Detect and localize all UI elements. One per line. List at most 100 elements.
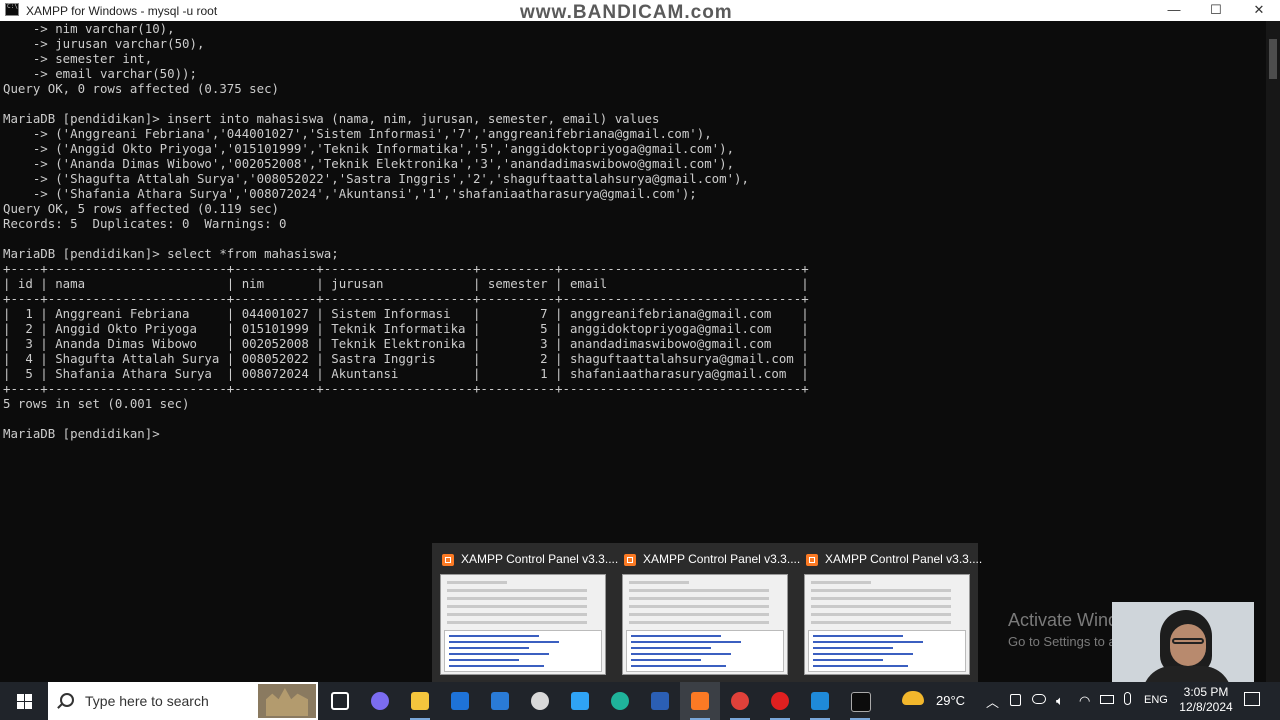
weather-icon bbox=[902, 691, 924, 705]
console-line: -> ('Anggreani Febriana','044001027','Si… bbox=[3, 126, 712, 141]
onedrive-icon[interactable] bbox=[1032, 694, 1046, 704]
show-hidden-icons-chevron-icon[interactable]: ︿ bbox=[986, 692, 999, 711]
taskbar-thumbnail-popup: XAMPP Control Panel v3.3.... XAMPP Contr… bbox=[432, 543, 982, 682]
copilot-icon bbox=[371, 692, 389, 710]
webcam-overlay bbox=[1112, 602, 1254, 682]
console-line: Query OK, 5 rows affected (0.119 sec) bbox=[3, 201, 280, 216]
console-scrollbar[interactable] bbox=[1266, 21, 1280, 682]
photoshop-icon bbox=[571, 692, 589, 710]
microphone-icon[interactable] bbox=[1124, 692, 1131, 705]
taskbar-app-edge[interactable] bbox=[600, 682, 640, 720]
task-view-icon bbox=[331, 692, 349, 710]
wifi-icon[interactable]: ◠ bbox=[1079, 693, 1090, 709]
record-icon bbox=[771, 692, 789, 710]
taskbar-app-photoshop[interactable] bbox=[560, 682, 600, 720]
minimize-button[interactable]: — bbox=[1151, 0, 1197, 21]
taskbar-search-box[interactable]: Type here to search bbox=[48, 682, 318, 720]
vscode-icon bbox=[811, 692, 829, 710]
maximize-button[interactable]: ☐ bbox=[1193, 0, 1239, 21]
console-line: 5 rows in set (0.001 sec) bbox=[3, 396, 190, 411]
word-icon bbox=[651, 692, 669, 710]
console-line: -> jurusan varchar(50), bbox=[3, 36, 205, 51]
console-text: -> nim varchar(10), -> jurusan varchar(5… bbox=[0, 21, 1266, 441]
console-line: MariaDB [pendidikan]> bbox=[3, 426, 160, 441]
console-line: -> email varchar(50)); bbox=[3, 66, 197, 81]
taskbar: Type here to search 29°C ︿ 🔈︎ ◠ ENG 3:05… bbox=[0, 682, 1280, 720]
thumbnail-label: XAMPP Control Panel v3.3.... bbox=[461, 552, 619, 566]
console-line: Query OK, 0 rows affected (0.375 sec) bbox=[3, 81, 280, 96]
console-line: -> semester int, bbox=[3, 51, 153, 66]
terminal-icon bbox=[851, 692, 871, 712]
console-line: -> ('Shagufta Attalah Surya','008052022'… bbox=[3, 171, 749, 186]
console-line: MariaDB [pendidikan]> insert into mahasi… bbox=[3, 111, 660, 126]
start-button[interactable] bbox=[0, 682, 48, 720]
weather-temperature: 29°C bbox=[936, 693, 966, 708]
xampp-icon bbox=[691, 692, 709, 710]
volume-icon[interactable]: 🔈︎ bbox=[1056, 693, 1064, 709]
chrome-icon bbox=[731, 692, 749, 710]
window-thumbnail[interactable]: XAMPP Control Panel v3.3.... bbox=[614, 543, 800, 682]
xampp-icon bbox=[624, 554, 636, 566]
console-line: +----+------------------------+---------… bbox=[3, 291, 809, 306]
xampp-icon bbox=[806, 554, 818, 566]
taskbar-clock[interactable]: 3:05 PM 12/8/2024 bbox=[1176, 685, 1236, 715]
window-title-bar[interactable]: XAMPP for Windows - mysql -u root www.BA… bbox=[0, 0, 1280, 23]
console-line: +----+------------------------+---------… bbox=[3, 381, 809, 396]
scrollbar-thumb[interactable] bbox=[1269, 39, 1277, 79]
file-explorer-icon bbox=[411, 692, 429, 710]
bluetooth-icon bbox=[451, 692, 469, 710]
search-icon bbox=[60, 693, 74, 707]
taskbar-app-bluetooth[interactable] bbox=[440, 682, 480, 720]
console-line: | 2 | Anggid Okto Priyoga | 015101999 | … bbox=[3, 321, 809, 336]
console-line: | 5 | Shafania Athara Surya | 008072024 … bbox=[3, 366, 809, 381]
console-line: | id | nama | nim | jurusan | semester |… bbox=[3, 276, 809, 291]
thumbnail-label: XAMPP Control Panel v3.3.... bbox=[825, 552, 983, 566]
thumbnail-preview bbox=[622, 574, 788, 675]
thumbnail-preview bbox=[804, 574, 970, 675]
xampp-icon bbox=[442, 554, 454, 566]
console-line: MariaDB [pendidikan]> select *from mahas… bbox=[3, 246, 339, 261]
taskbar-app-record[interactable] bbox=[760, 682, 800, 720]
console-app-icon bbox=[5, 3, 19, 16]
close-button[interactable]: ✕ bbox=[1236, 0, 1280, 21]
console-line: -> ('Ananda Dimas Wibowo','002052008','T… bbox=[3, 156, 735, 171]
console-line: +----+------------------------+---------… bbox=[3, 261, 809, 276]
clock-date: 12/8/2024 bbox=[1179, 700, 1233, 714]
window-title: XAMPP for Windows - mysql -u root bbox=[26, 4, 218, 18]
console-line: | 3 | Ananda Dimas Wibowo | 002052008 | … bbox=[3, 336, 809, 351]
taskbar-app-task-view[interactable] bbox=[320, 682, 360, 720]
search-placeholder: Type here to search bbox=[85, 693, 209, 709]
console-line: | 4 | Shagufta Attalah Surya | 008052022… bbox=[3, 351, 809, 366]
window-thumbnail[interactable]: XAMPP Control Panel v3.3.... bbox=[432, 543, 618, 682]
input-language[interactable]: ENG bbox=[1144, 694, 1168, 706]
thumbnail-preview bbox=[440, 574, 606, 675]
thumbnail-label: XAMPP Control Panel v3.3.... bbox=[643, 552, 801, 566]
taskbar-app-word[interactable] bbox=[640, 682, 680, 720]
windows-logo-icon bbox=[17, 694, 32, 709]
taskbar-app-copilot[interactable] bbox=[360, 682, 400, 720]
window-thumbnail[interactable]: XAMPP Control Panel v3.3.... bbox=[796, 543, 982, 682]
edge-icon bbox=[611, 692, 629, 710]
notification-center-icon[interactable] bbox=[1244, 692, 1260, 706]
clock-time: 3:05 PM bbox=[1183, 685, 1229, 699]
taskbar-app-terminal[interactable] bbox=[840, 682, 880, 720]
timer-icon bbox=[531, 692, 549, 710]
console-line: Records: 5 Duplicates: 0 Warnings: 0 bbox=[3, 216, 287, 231]
console-line: -> ('Anggid Okto Priyoga','015101999','T… bbox=[3, 141, 735, 156]
taskbar-app-vscode[interactable] bbox=[800, 682, 840, 720]
taskbar-app-file-explorer[interactable] bbox=[400, 682, 440, 720]
search-highlight-image bbox=[258, 684, 316, 718]
console-line: | 1 | Anggreani Febriana | 044001027 | S… bbox=[3, 306, 809, 321]
taskbar-app-timer[interactable] bbox=[520, 682, 560, 720]
console-line: -> ('Shafania Athara Surya','008072024',… bbox=[3, 186, 697, 201]
battery-icon[interactable] bbox=[1100, 695, 1114, 704]
taskbar-app-chrome[interactable] bbox=[720, 682, 760, 720]
meet-now-icon[interactable] bbox=[1010, 694, 1021, 706]
console-line: -> nim varchar(10), bbox=[3, 21, 175, 36]
mail-icon bbox=[491, 692, 509, 710]
taskbar-app-xampp[interactable] bbox=[680, 682, 720, 720]
taskbar-app-mail[interactable] bbox=[480, 682, 520, 720]
